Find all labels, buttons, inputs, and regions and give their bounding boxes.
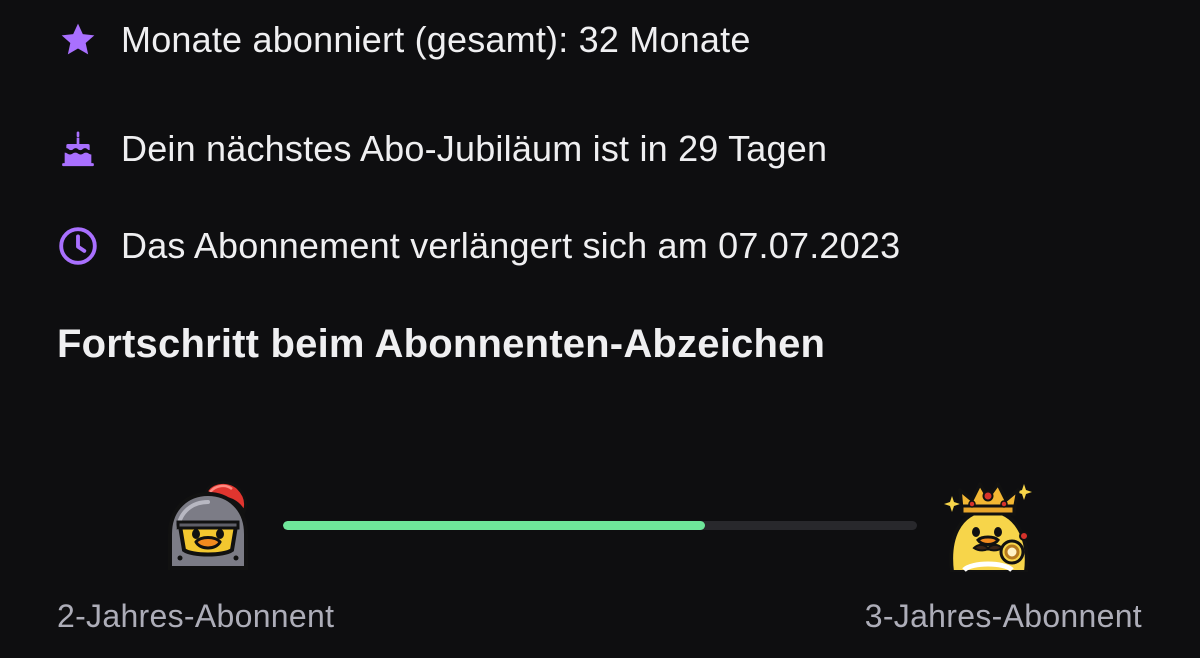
badge-progress-title: Fortschritt beim Abonnenten-Abzeichen bbox=[57, 322, 826, 366]
king-duck-badge-icon bbox=[940, 476, 1036, 574]
renewal-text: Das Abonnement verlängert sich am 07.07.… bbox=[121, 225, 901, 266]
star-icon bbox=[56, 18, 100, 62]
months-subscribed-text: Monate abonniert (gesamt): 32 Monate bbox=[121, 19, 751, 60]
badge-progress-bar bbox=[283, 521, 917, 530]
anniversary-text: Dein nächstes Abo-Jubiläum ist in 29 Tag… bbox=[121, 128, 828, 169]
clock-icon bbox=[56, 224, 100, 268]
next-badge-label: 3-Jahres-Abonnent bbox=[864, 598, 1142, 634]
cake-icon bbox=[56, 127, 100, 171]
current-badge-label: 2-Jahres-Abonnent bbox=[57, 598, 335, 634]
months-subscribed-row: Monate abonniert (gesamt): 32 Monate bbox=[56, 15, 751, 65]
renewal-row: Das Abonnement verlängert sich am 07.07.… bbox=[56, 221, 900, 271]
badge-progress-fill bbox=[283, 521, 705, 530]
knight-duck-badge-icon bbox=[160, 478, 256, 574]
anniversary-row: Dein nächstes Abo-Jubiläum ist in 29 Tag… bbox=[56, 124, 827, 174]
